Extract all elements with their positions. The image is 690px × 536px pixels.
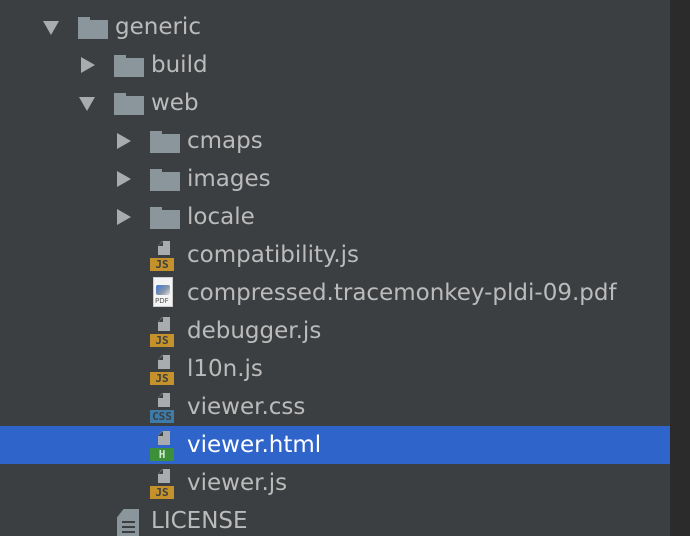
- tree-node-label: generic: [115, 14, 201, 40]
- js-file-icon: JS: [150, 317, 178, 347]
- tree-node-label: cmaps: [187, 128, 263, 154]
- tree-file-l10n-js[interactable]: JS l10n.js: [0, 350, 670, 388]
- tree-node-label: viewer.html: [187, 432, 322, 458]
- text-file-icon: [117, 509, 139, 536]
- chevron-right-icon[interactable]: [117, 171, 131, 187]
- tree-file-pdf[interactable]: PDF compressed.tracemonkey-pldi-09.pdf: [0, 274, 670, 312]
- tree-node-label: l10n.js: [187, 356, 263, 382]
- html-file-icon: H: [150, 431, 178, 461]
- tree-node-label: viewer.css: [187, 394, 306, 420]
- tree-file-viewer-html[interactable]: H viewer.html: [0, 426, 670, 464]
- chevron-right-icon[interactable]: [117, 209, 131, 225]
- tree-node-label: compressed.tracemonkey-pldi-09.pdf: [187, 280, 617, 306]
- tree-node-label: web: [151, 90, 199, 116]
- folder-icon: [150, 131, 180, 153]
- tree-node-cmaps[interactable]: cmaps: [0, 122, 670, 160]
- folder-icon: [78, 17, 108, 39]
- pdf-file-icon: PDF: [151, 277, 173, 307]
- tree-node-label: LICENSE: [151, 508, 248, 534]
- tree-file-license[interactable]: LICENSE: [0, 502, 670, 536]
- tree-node-web[interactable]: web: [0, 84, 670, 122]
- tree-file-viewer-css[interactable]: CSS viewer.css: [0, 388, 670, 426]
- tree-node-label: build: [151, 52, 208, 78]
- chevron-right-icon[interactable]: [117, 133, 131, 149]
- tree-node-locale[interactable]: locale: [0, 198, 670, 236]
- tree-node-label: debugger.js: [187, 318, 322, 344]
- tree-node-images[interactable]: images: [0, 160, 670, 198]
- tree-node-label: viewer.js: [187, 470, 288, 496]
- folder-icon: [114, 55, 144, 77]
- tree-node-build[interactable]: build: [0, 46, 670, 84]
- folder-icon: [150, 169, 180, 191]
- chevron-down-icon[interactable]: [43, 21, 59, 35]
- tree-node-label: compatibility.js: [187, 242, 360, 268]
- js-file-icon: JS: [150, 469, 178, 499]
- folder-icon: [150, 207, 180, 229]
- tree-node-generic[interactable]: generic: [0, 8, 670, 46]
- tree-file-viewer-js[interactable]: JS viewer.js: [0, 464, 670, 502]
- tree-file-compatibility-js[interactable]: JS compatibility.js: [0, 236, 670, 274]
- folder-icon: [114, 93, 144, 115]
- editor-gutter-edge: [670, 0, 690, 536]
- chevron-right-icon[interactable]: [81, 57, 95, 73]
- chevron-down-icon[interactable]: [79, 97, 95, 111]
- tree-file-debugger-js[interactable]: JS debugger.js: [0, 312, 670, 350]
- js-file-icon: JS: [150, 241, 178, 271]
- tree-node-label: locale: [187, 204, 255, 230]
- previous-row-clipped: [0, 0, 670, 6]
- js-file-icon: JS: [150, 355, 178, 385]
- css-file-icon: CSS: [150, 393, 178, 423]
- tree-node-label: images: [187, 166, 271, 192]
- project-tree-panel: generic build web cmaps images locale JS…: [0, 0, 670, 536]
